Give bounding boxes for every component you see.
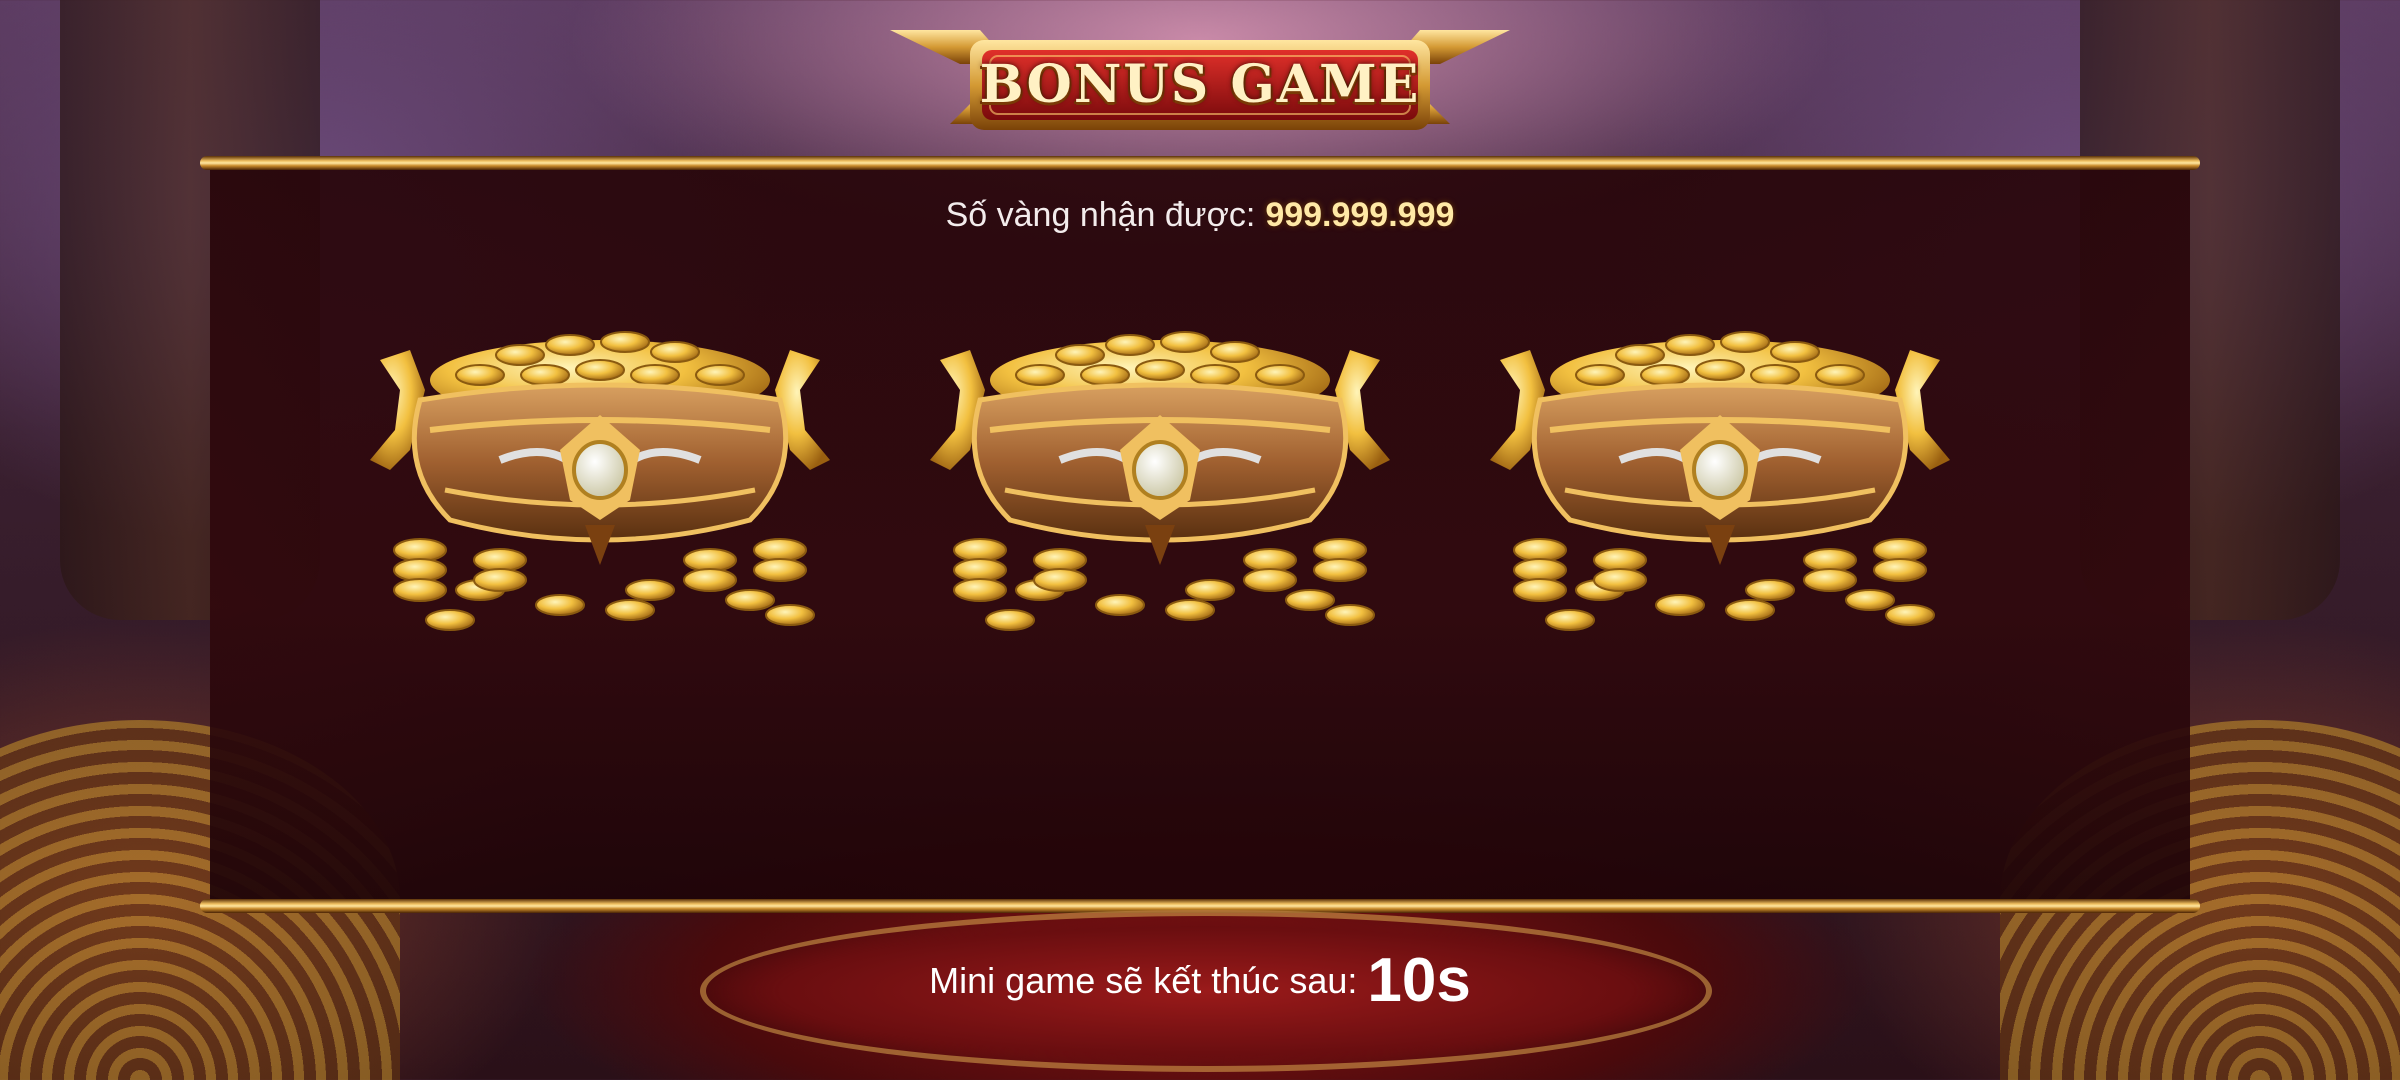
reward-amount: 999.999.999 [1265, 196, 1455, 234]
treasure-pot-icon [370, 331, 830, 631]
gold-pot-1[interactable] [350, 320, 850, 660]
treasure-pot-icon [1490, 331, 1950, 631]
gold-pot-2[interactable] [910, 320, 1410, 660]
panel-top-gold-bar [200, 156, 2200, 170]
title-banner: BONUS GAME [890, 24, 1510, 136]
reward-line: Số vàng nhận được: 999.999.999 [0, 196, 2400, 235]
reward-label: Số vàng nhận được: [945, 196, 1256, 234]
gold-pot-3[interactable] [1470, 320, 1970, 660]
countdown-label: Mini game sẽ kết thúc sau: [929, 960, 1358, 1001]
pot-row [0, 320, 2400, 660]
countdown-timer: 10s [1367, 946, 1471, 1015]
countdown-line: Mini game sẽ kết thúc sau: 10s [0, 945, 2400, 1016]
treasure-pot-icon [930, 331, 1390, 631]
bonus-game-title: BONUS GAME [979, 54, 1421, 115]
